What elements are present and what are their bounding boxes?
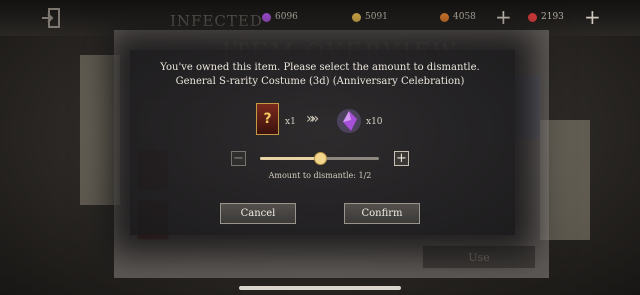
purple-gem-icon	[337, 109, 361, 133]
decrease-button[interactable]: −	[231, 151, 246, 166]
double-arrow-icon: »»	[306, 111, 319, 127]
gold-coin-counter: 5091	[352, 12, 388, 22]
confirm-button[interactable]: Confirm	[344, 203, 420, 224]
add-resource-button[interactable]: +	[495, 7, 512, 27]
gem-quantity: x10	[366, 117, 383, 127]
dialog-message: You've owned this item. Please select th…	[160, 62, 480, 73]
purple-gem-icon	[262, 12, 271, 22]
use-label: Use	[468, 250, 490, 264]
question-mark-icon: ?	[263, 111, 272, 127]
orange-token-counter: 4058	[440, 12, 476, 22]
gold-coin-icon	[352, 12, 361, 22]
slider-fill	[260, 157, 320, 160]
amount-label: Amount to dismantle: 1/2	[268, 171, 372, 180]
gold-coin-value: 5091	[365, 12, 388, 22]
red-ticket-counter: 2193	[528, 12, 564, 22]
home-indicator[interactable]	[239, 286, 401, 290]
red-ticket-icon	[528, 12, 537, 22]
add-ticket-button[interactable]: +	[584, 7, 601, 27]
orange-token-icon	[440, 12, 449, 22]
purple-gem-counter: 6096	[262, 12, 298, 22]
orange-token-value: 4058	[453, 12, 476, 22]
exit-icon[interactable]	[40, 7, 66, 29]
background-title: INFECTED	[170, 12, 263, 30]
amount-slider[interactable]	[260, 152, 379, 165]
use-button[interactable]: Use	[422, 245, 536, 269]
red-ticket-value: 2193	[541, 12, 564, 22]
cancel-label: Cancel	[240, 208, 276, 219]
slider-handle[interactable]	[313, 152, 327, 165]
purple-gem-value: 6096	[275, 12, 298, 22]
cancel-button[interactable]: Cancel	[220, 203, 296, 224]
confirm-label: Confirm	[361, 208, 403, 219]
increase-button[interactable]: +	[394, 151, 409, 166]
item-name: General S-rarity Costume (3d) (Anniversa…	[175, 76, 465, 87]
card-quantity: x1	[285, 117, 296, 127]
costume-card-icon: ?	[256, 103, 279, 135]
